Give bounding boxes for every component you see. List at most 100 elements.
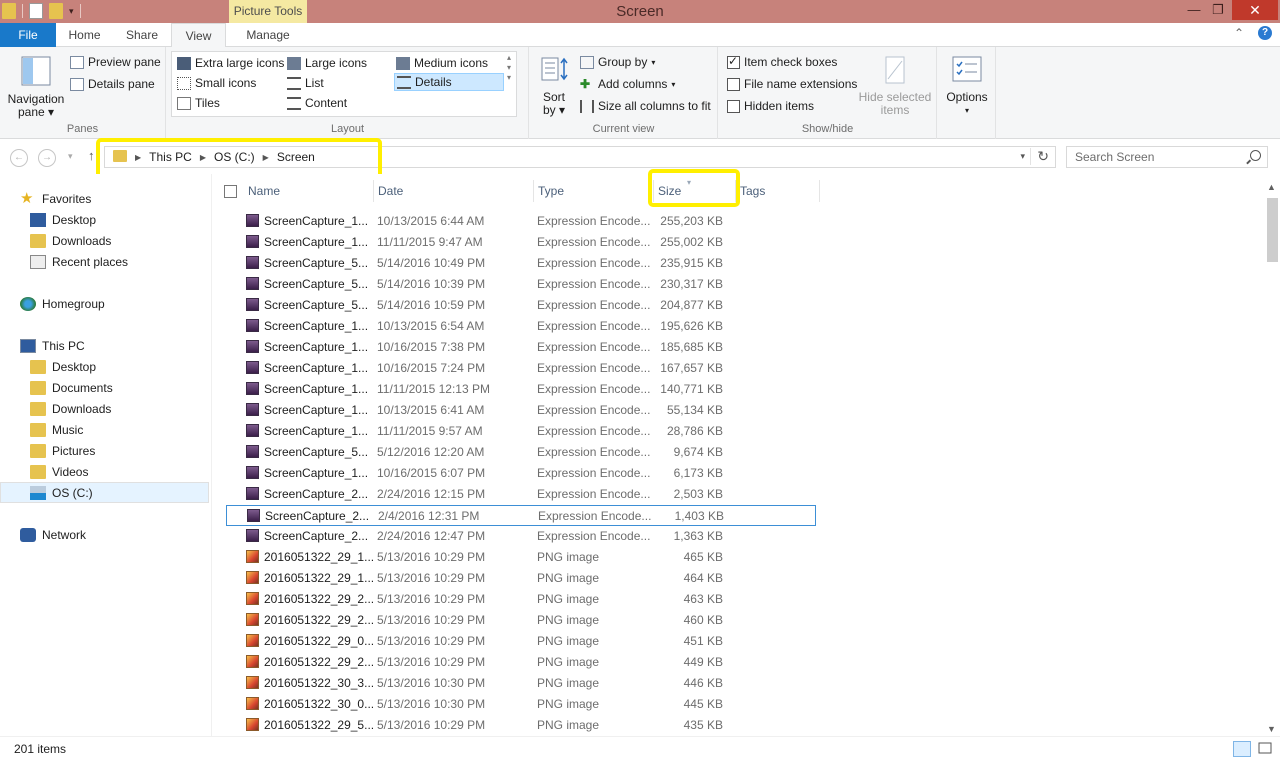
scroll-thumb[interactable] xyxy=(1267,198,1278,262)
close-button[interactable]: ✕ xyxy=(1232,0,1278,20)
file-row[interactable]: ScreenCapture_1... 10/16/2015 6:07 PM Expr… xyxy=(226,463,816,484)
details-option[interactable]: Details xyxy=(394,73,504,91)
file-name-extensions-toggle[interactable]: File name extensions xyxy=(727,75,857,93)
recent-locations-icon[interactable]: ▾ xyxy=(68,151,73,162)
file-row[interactable]: ScreenCapture_1... 10/13/2015 6:41 AM Expr… xyxy=(226,400,816,421)
file-row[interactable]: ScreenCapture_1... 11/11/2015 9:57 AM Expr… xyxy=(226,421,816,442)
file-row[interactable]: 2016051322_29_2... 5/13/2016 10:29 PM PNG … xyxy=(226,652,816,673)
scroll-up-icon[interactable]: ▲ xyxy=(1267,182,1276,192)
refresh-icon[interactable]: ↻ xyxy=(1030,148,1049,165)
nav-pc-pictures[interactable]: Pictures xyxy=(0,440,209,461)
file-row[interactable]: ScreenCapture_1... 11/11/2015 12:13 PM Exp… xyxy=(226,379,816,400)
folder-icon xyxy=(30,443,46,458)
extra-large-icons-option[interactable]: Extra large icons xyxy=(177,54,284,72)
up-icon[interactable]: ↑ xyxy=(88,148,95,163)
item-check-boxes-checkbox[interactable] xyxy=(727,54,740,69)
column-header-date[interactable]: Date xyxy=(374,180,534,202)
file-row[interactable]: ScreenCapture_1... 10/13/2015 6:44 AM Expr… xyxy=(226,211,816,232)
navigation-pane-button[interactable]: Navigation pane ▾ xyxy=(6,55,66,119)
nav-pc-music[interactable]: Music xyxy=(0,419,209,440)
column-header-name[interactable]: Name xyxy=(244,180,374,202)
file-row[interactable]: 2016051322_29_1... 5/13/2016 10:29 PM PNG … xyxy=(226,568,816,589)
file-row[interactable]: ScreenCapture_1... 11/11/2015 9:47 AM Expr… xyxy=(226,232,816,253)
nav-favorites[interactable]: ★ Favorites xyxy=(0,188,209,209)
details-view-icon[interactable] xyxy=(1233,741,1251,757)
tab-share[interactable]: Share xyxy=(113,23,171,47)
tab-view[interactable]: View xyxy=(171,23,226,48)
nav-pc-videos[interactable]: Videos xyxy=(0,461,209,482)
nav-pc-downloads[interactable]: Downloads xyxy=(0,398,209,419)
content-option[interactable]: Content xyxy=(287,94,347,112)
item-check-boxes-toggle[interactable]: Item check boxes xyxy=(727,53,837,71)
help-icon[interactable]: ? xyxy=(1258,26,1272,40)
nav-pc-documents[interactable]: Documents xyxy=(0,377,209,398)
tiles-option[interactable]: Tiles xyxy=(177,94,220,112)
file-row[interactable]: 2016051322_30_3... 5/13/2016 10:30 PM PNG … xyxy=(226,673,816,694)
file-row[interactable]: ScreenCapture_1... 10/16/2015 7:24 PM Expr… xyxy=(226,358,816,379)
column-header-tags[interactable]: Tags xyxy=(736,180,820,202)
file-row[interactable]: ScreenCapture_5... 5/14/2016 10:39 PM Expr… xyxy=(226,274,816,295)
file-row[interactable]: ScreenCapture_1... 10/13/2015 6:54 AM Expr… xyxy=(226,316,816,337)
nav-fav-recent-places[interactable]: Recent places xyxy=(0,251,209,272)
hidden-items-toggle[interactable]: Hidden items xyxy=(727,97,814,115)
large-icons-view-icon[interactable] xyxy=(1257,741,1275,757)
nav-network[interactable]: Network xyxy=(0,524,209,545)
file-row[interactable]: ScreenCapture_5... 5/12/2016 12:20 AM Expr… xyxy=(226,442,816,463)
file-row[interactable]: ScreenCapture_5... 5/14/2016 10:59 PM Expr… xyxy=(226,295,816,316)
search-icon[interactable] xyxy=(1250,150,1261,161)
tab-manage[interactable]: Manage xyxy=(229,23,307,47)
nav-pc-desktop[interactable]: Desktop xyxy=(0,356,209,377)
expand-ribbon-icon[interactable]: ⌃ xyxy=(1234,26,1244,40)
new-folder-icon[interactable] xyxy=(49,3,63,19)
file-row[interactable]: 2016051322_29_2... 5/13/2016 10:29 PM PNG … xyxy=(226,610,816,631)
hidden-items-checkbox[interactable] xyxy=(727,99,740,113)
sort-by-button[interactable]: Sort by ▾ xyxy=(536,55,572,117)
search-input[interactable]: Search Screen xyxy=(1066,146,1268,168)
file-name-extensions-checkbox[interactable] xyxy=(727,77,740,91)
scroll-down-icon[interactable]: ▼ xyxy=(1267,724,1276,734)
file-row[interactable]: ScreenCapture_2... 2/24/2016 12:47 PM Expr… xyxy=(226,526,816,547)
forward-button[interactable]: → xyxy=(38,149,56,167)
options-button[interactable]: Options ▾ xyxy=(942,55,992,117)
file-row[interactable]: 2016051322_29_5... 5/13/2016 10:29 PM PNG … xyxy=(226,715,816,736)
maximize-button[interactable]: ❐ xyxy=(1204,0,1232,20)
size-all-columns-button[interactable]: Size all columns to fit xyxy=(580,97,711,115)
back-button[interactable]: ← xyxy=(10,149,28,167)
tab-file[interactable]: File xyxy=(0,23,56,47)
column-header-type[interactable]: Type xyxy=(534,180,654,202)
file-row[interactable]: 2016051322_30_0... 5/13/2016 10:30 PM PNG … xyxy=(226,694,816,715)
medium-icons-option[interactable]: Medium icons xyxy=(396,54,488,72)
address-dropdown-icon[interactable]: ▾ xyxy=(1020,151,1025,162)
file-row[interactable]: 2016051322_29_1... 5/13/2016 10:29 PM PNG … xyxy=(226,547,816,568)
nav-pc-os-c[interactable]: OS (C:) xyxy=(0,482,209,503)
nav-fav-downloads[interactable]: Downloads xyxy=(0,230,209,251)
group-by-button[interactable]: Group by ▾ xyxy=(580,53,655,71)
list-option[interactable]: List xyxy=(287,74,324,92)
add-columns-button[interactable]: ✚ Add columns ▾ xyxy=(580,75,675,93)
file-type: PNG image xyxy=(537,676,600,690)
select-all-checkbox[interactable] xyxy=(224,185,237,198)
vertical-scrollbar[interactable]: ▲ ▼ xyxy=(1264,180,1280,736)
nav-this-pc[interactable]: This PC xyxy=(0,335,209,356)
file-row[interactable]: 2016051322_29_2... 5/13/2016 10:29 PM PNG … xyxy=(226,589,816,610)
video-file-icon xyxy=(246,403,259,416)
small-icons-option[interactable]: Small icons xyxy=(177,74,256,92)
details-pane-button[interactable]: Details pane xyxy=(70,75,155,93)
file-row[interactable]: 2016051322_29_0... 5/13/2016 10:29 PM PNG … xyxy=(226,631,816,652)
gallery-scroll[interactable]: ▴ ▾ ▾ xyxy=(507,53,511,83)
tab-home[interactable]: Home xyxy=(56,23,113,47)
large-icons-option[interactable]: Large icons xyxy=(287,54,367,72)
file-row[interactable]: ScreenCapture_2... 2/4/2016 12:31 PM Expre… xyxy=(226,505,816,526)
video-file-icon xyxy=(246,382,259,395)
nav-homegroup[interactable]: Homegroup xyxy=(0,293,209,314)
folder-icon[interactable] xyxy=(2,3,16,19)
file-row[interactable]: ScreenCapture_1... 10/16/2015 7:38 PM Expr… xyxy=(226,337,816,358)
hide-selected-items-button[interactable]: Hide selected items xyxy=(857,55,933,117)
customize-qat-icon[interactable]: ▾ xyxy=(69,6,74,17)
file-row[interactable]: ScreenCapture_5... 5/14/2016 10:49 PM Expr… xyxy=(226,253,816,274)
file-row[interactable]: ScreenCapture_2... 2/24/2016 12:15 PM Expr… xyxy=(226,484,816,505)
nav-fav-desktop[interactable]: Desktop xyxy=(0,209,209,230)
preview-pane-button[interactable]: Preview pane xyxy=(70,53,161,71)
properties-icon[interactable] xyxy=(29,3,43,19)
file-name: ScreenCapture_1... xyxy=(264,466,369,480)
